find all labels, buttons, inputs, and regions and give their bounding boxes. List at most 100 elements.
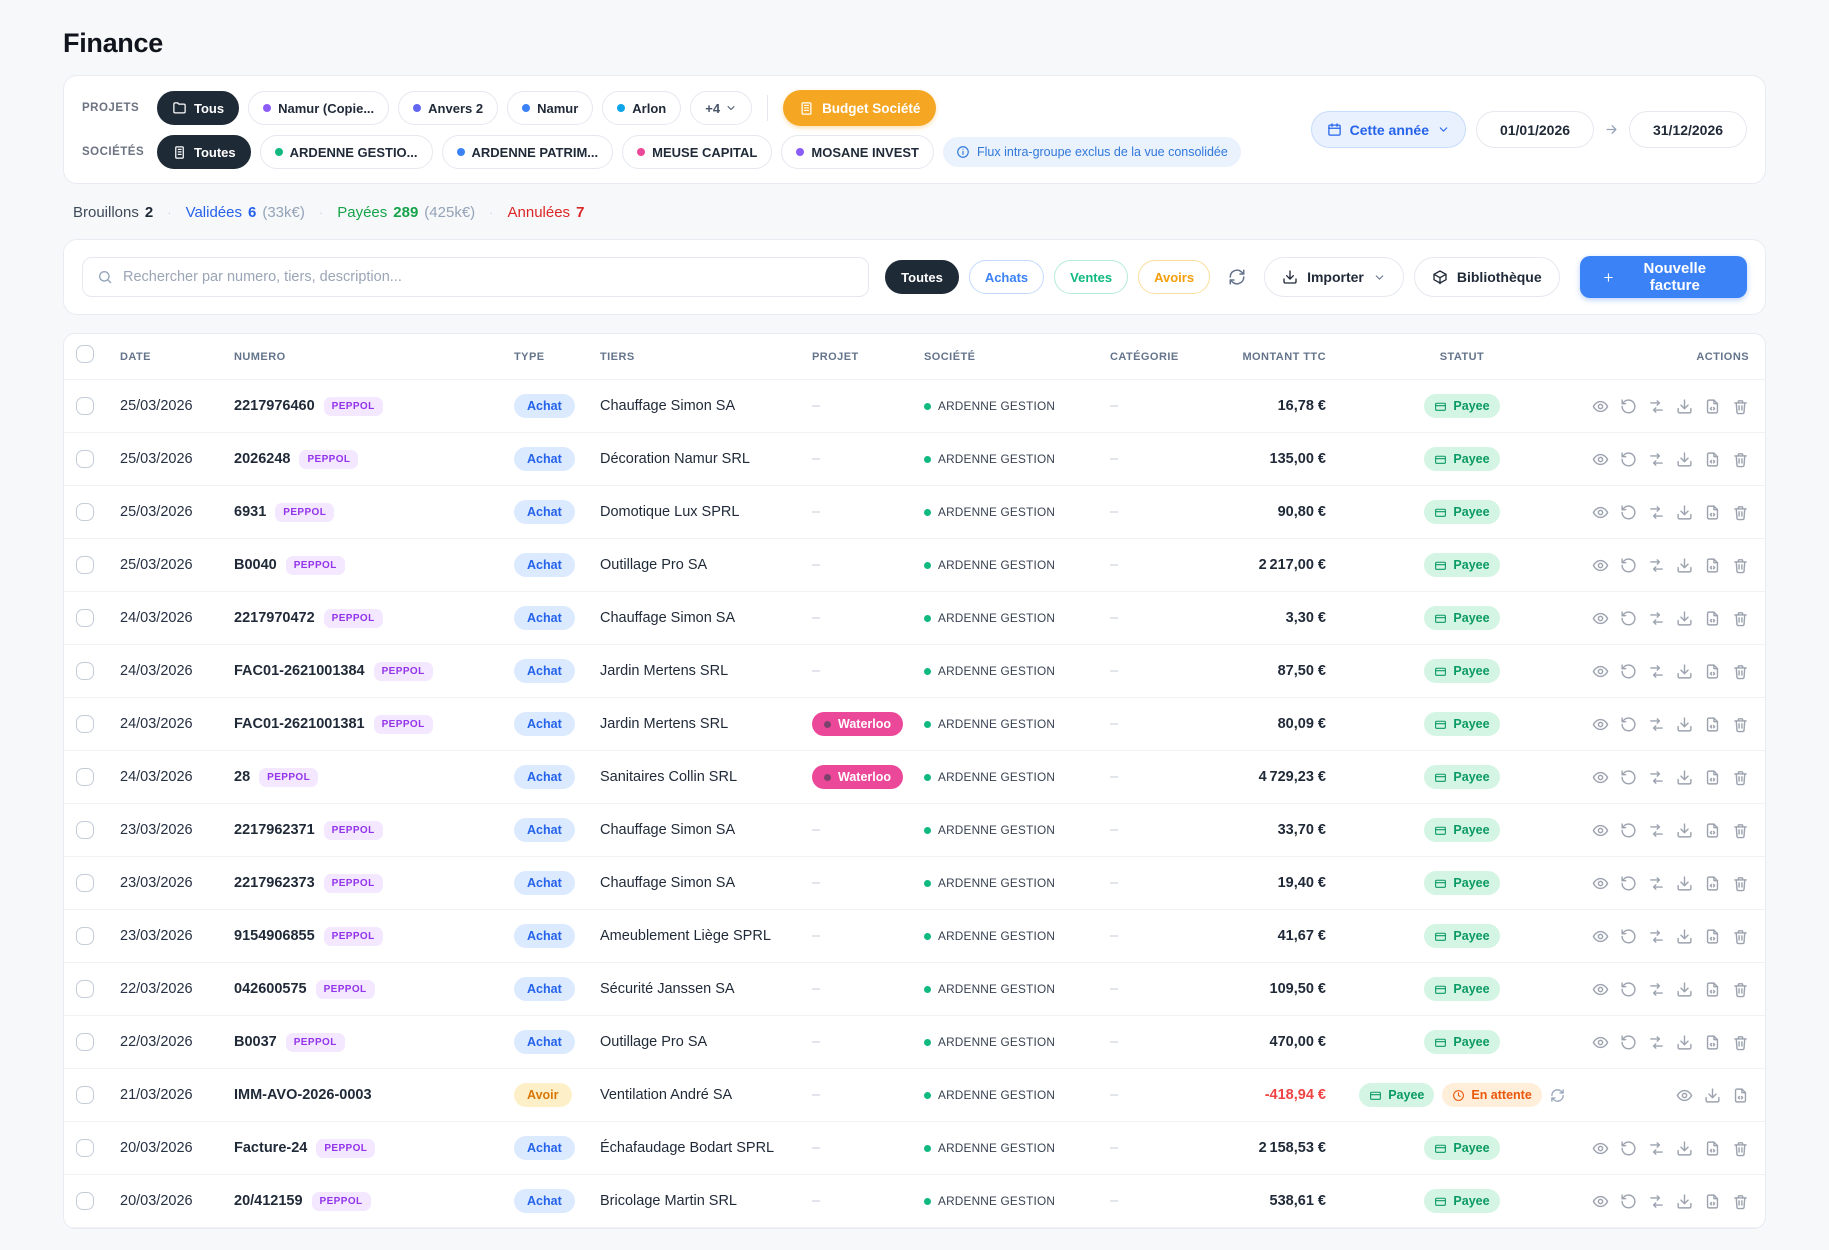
row-checkbox[interactable] (76, 768, 94, 786)
download-icon[interactable] (1676, 1034, 1693, 1051)
history-icon[interactable] (1620, 1140, 1637, 1157)
download-icon[interactable] (1676, 663, 1693, 680)
history-icon[interactable] (1620, 504, 1637, 521)
trash-icon[interactable] (1732, 769, 1749, 786)
row-checkbox[interactable] (76, 397, 94, 415)
download-icon[interactable] (1676, 928, 1693, 945)
transfer-icon[interactable] (1648, 1193, 1665, 1210)
view-icon[interactable] (1592, 928, 1609, 945)
new-invoice-button[interactable]: Nouvelle facture (1580, 256, 1747, 298)
transfer-icon[interactable] (1648, 769, 1665, 786)
transfer-icon[interactable] (1648, 875, 1665, 892)
project-pill[interactable]: Namur (Copie... (248, 91, 389, 125)
transfer-icon[interactable] (1648, 1140, 1665, 1157)
transfer-icon[interactable] (1648, 928, 1665, 945)
row-checkbox[interactable] (76, 715, 94, 733)
transfer-icon[interactable] (1648, 504, 1665, 521)
history-icon[interactable] (1620, 769, 1637, 786)
view-icon[interactable] (1592, 398, 1609, 415)
trash-icon[interactable] (1732, 1140, 1749, 1157)
filter-ventes-button[interactable]: Ventes (1054, 260, 1128, 294)
view-icon[interactable] (1592, 822, 1609, 839)
view-icon[interactable] (1592, 875, 1609, 892)
view-icon[interactable] (1592, 504, 1609, 521)
transfer-icon[interactable] (1648, 716, 1665, 733)
tab-annulees[interactable]: Annulées7 (508, 204, 585, 221)
history-icon[interactable] (1620, 398, 1637, 415)
transfer-icon[interactable] (1648, 610, 1665, 627)
file-icon[interactable] (1704, 716, 1721, 733)
history-icon[interactable] (1620, 822, 1637, 839)
search-input[interactable] (123, 269, 854, 285)
tab-validees[interactable]: Validées6(33k€) (186, 204, 305, 221)
transfer-icon[interactable] (1648, 1034, 1665, 1051)
download-icon[interactable] (1676, 610, 1693, 627)
view-icon[interactable] (1592, 1140, 1609, 1157)
trash-icon[interactable] (1732, 928, 1749, 945)
trash-icon[interactable] (1732, 663, 1749, 680)
transfer-icon[interactable] (1648, 981, 1665, 998)
trash-icon[interactable] (1732, 610, 1749, 627)
companies-all-pill[interactable]: Toutes (157, 135, 251, 169)
download-icon[interactable] (1676, 557, 1693, 574)
download-icon[interactable] (1676, 504, 1693, 521)
row-checkbox[interactable] (76, 1086, 94, 1104)
transfer-icon[interactable] (1648, 557, 1665, 574)
row-checkbox[interactable] (76, 980, 94, 998)
trash-icon[interactable] (1732, 1193, 1749, 1210)
history-icon[interactable] (1620, 557, 1637, 574)
download-icon[interactable] (1704, 1087, 1721, 1104)
history-icon[interactable] (1620, 716, 1637, 733)
download-icon[interactable] (1676, 451, 1693, 468)
transfer-icon[interactable] (1648, 663, 1665, 680)
filter-achats-button[interactable]: Achats (969, 260, 1044, 294)
project-pill[interactable]: Namur (507, 91, 593, 125)
row-checkbox[interactable] (76, 662, 94, 680)
file-icon[interactable] (1704, 875, 1721, 892)
file-icon[interactable] (1704, 663, 1721, 680)
view-icon[interactable] (1592, 769, 1609, 786)
download-icon[interactable] (1676, 1193, 1693, 1210)
import-button[interactable]: Importer (1264, 257, 1404, 297)
company-pill[interactable]: ARDENNE GESTIO... (260, 135, 433, 169)
refresh-button[interactable] (1224, 264, 1250, 290)
select-all-checkbox[interactable] (76, 345, 94, 363)
trash-icon[interactable] (1732, 822, 1749, 839)
trash-icon[interactable] (1732, 716, 1749, 733)
file-icon[interactable] (1704, 822, 1721, 839)
row-checkbox[interactable] (76, 503, 94, 521)
row-checkbox[interactable] (76, 1192, 94, 1210)
projects-all-pill[interactable]: Tous (157, 91, 239, 125)
history-icon[interactable] (1620, 928, 1637, 945)
company-pill[interactable]: ARDENNE PATRIM... (442, 135, 614, 169)
row-checkbox[interactable] (76, 609, 94, 627)
row-checkbox[interactable] (76, 821, 94, 839)
view-icon[interactable] (1592, 981, 1609, 998)
view-icon[interactable] (1592, 716, 1609, 733)
trash-icon[interactable] (1732, 451, 1749, 468)
filter-toutes-button[interactable]: Toutes (885, 260, 959, 294)
start-date-field[interactable]: 01/01/2026 (1476, 111, 1594, 148)
view-icon[interactable] (1592, 451, 1609, 468)
row-checkbox[interactable] (76, 1139, 94, 1157)
trash-icon[interactable] (1732, 557, 1749, 574)
tab-brouillons[interactable]: Brouillons2 (73, 204, 153, 221)
row-checkbox[interactable] (76, 1033, 94, 1051)
company-pill[interactable]: MOSANE INVEST (781, 135, 934, 169)
row-checkbox[interactable] (76, 874, 94, 892)
library-button[interactable]: Bibliothèque (1414, 257, 1560, 297)
view-icon[interactable] (1592, 557, 1609, 574)
budget-societe-button[interactable]: Budget Société (783, 90, 936, 126)
file-icon[interactable] (1704, 1140, 1721, 1157)
company-pill[interactable]: MEUSE CAPITAL (622, 135, 772, 169)
transfer-icon[interactable] (1648, 398, 1665, 415)
sync-icon[interactable] (1550, 1088, 1565, 1103)
period-preset-button[interactable]: Cette année (1311, 111, 1466, 148)
trash-icon[interactable] (1732, 981, 1749, 998)
download-icon[interactable] (1676, 875, 1693, 892)
projects-more-pill[interactable]: +4 (690, 91, 752, 125)
row-checkbox[interactable] (76, 556, 94, 574)
file-icon[interactable] (1704, 610, 1721, 627)
tab-payees[interactable]: Payées289(425k€) (337, 204, 475, 221)
file-icon[interactable] (1704, 504, 1721, 521)
